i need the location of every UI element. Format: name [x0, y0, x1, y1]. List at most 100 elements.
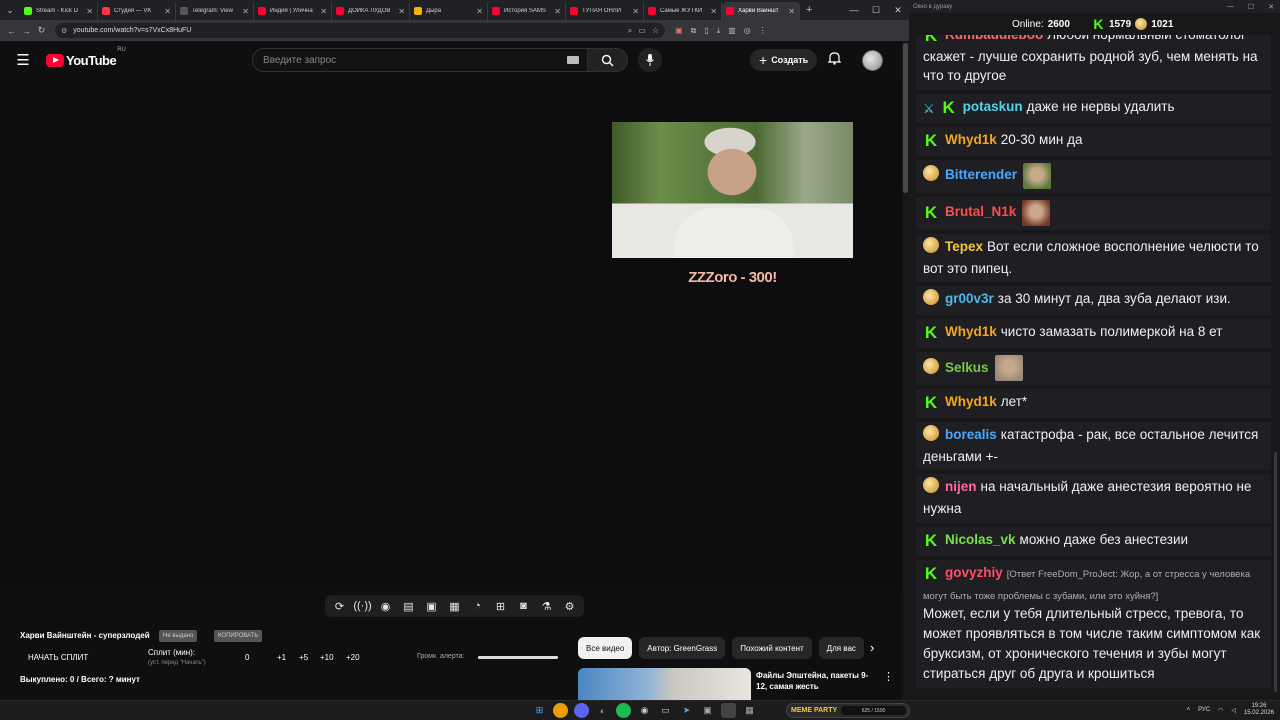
video-thumbnail[interactable] — [578, 668, 751, 700]
wifi-icon[interactable]: ◠ — [1218, 707, 1223, 714]
page-scrollbar[interactable] — [902, 41, 909, 700]
split-minutes-value[interactable]: 0 — [245, 653, 249, 662]
extensions-puzzle-icon[interactable]: ⧉ — [691, 26, 697, 36]
steam-icon[interactable]: ◐ — [595, 703, 610, 718]
close-icon[interactable]: ✕ — [887, 5, 909, 16]
minimize-icon[interactable]: — — [843, 5, 865, 16]
tab-close-icon[interactable]: ✕ — [398, 7, 405, 16]
speed-icon[interactable]: ◔ — [469, 598, 486, 615]
chat-username[interactable]: Rumbaddieboo — [945, 35, 1043, 42]
app3-icon[interactable]: ▦ — [742, 703, 757, 718]
volume-icon[interactable]: ◁ — [1231, 707, 1236, 714]
chat-username[interactable]: govyzhiy — [945, 565, 1003, 580]
forward-icon[interactable]: → — [19, 26, 34, 36]
zoom-icon[interactable]: ⌕ — [628, 26, 632, 36]
tab-close-icon[interactable]: ✕ — [242, 7, 249, 16]
browser-tab[interactable]: История SAMS ✕ — [488, 2, 566, 20]
browser-tab[interactable]: Индия | Улична ✕ — [254, 2, 332, 20]
site-info-icon[interactable]: ⚙ — [61, 27, 67, 35]
filmstrip-icon[interactable]: ▦ — [446, 598, 463, 615]
add-5-button[interactable]: +5 — [299, 653, 308, 662]
broadcast-icon[interactable]: ((·)) — [353, 598, 371, 615]
chat-username[interactable]: borealis — [945, 427, 997, 442]
flask-icon[interactable]: ⚗ — [538, 598, 555, 615]
meme-party-widget[interactable]: MEME PARTY 625 / 1590 — [786, 703, 910, 718]
tab-close-icon[interactable]: ✕ — [788, 7, 795, 16]
watch-icon[interactable]: ◉ — [377, 598, 394, 615]
chip-related[interactable]: Похожий контент — [732, 637, 812, 659]
chat-username[interactable]: Bitterender — [945, 167, 1017, 182]
chip-for-you[interactable]: Для вас — [818, 637, 864, 659]
chat-username[interactable]: nijen — [945, 479, 977, 494]
browser-tab[interactable]: Stream - Kick D ✕ — [20, 2, 98, 20]
chat-scrollbar[interactable] — [1273, 35, 1278, 692]
tab-search-icon[interactable]: ⌄ — [0, 0, 20, 20]
loop-icon[interactable]: ⟳ — [331, 598, 348, 615]
app-icon[interactable]: ▭ — [658, 703, 673, 718]
browser-tab[interactable]: Telegram: View ✕ — [176, 2, 254, 20]
tab-close-icon[interactable]: ✕ — [632, 7, 639, 16]
youtube-logo[interactable]: YouTube RU — [46, 47, 126, 68]
close-icon[interactable]: ✕ — [1268, 3, 1274, 11]
recommended-video[interactable]: Файлы Эпштейна, пакеты 9-12, самая жесть… — [578, 668, 898, 700]
browser-tab[interactable]: Самые ЖУТКИ ✕ — [644, 2, 722, 20]
browser-tab[interactable]: ТУПАЯ ОНЛИ ✕ — [566, 2, 644, 20]
maximize-icon[interactable]: ☐ — [1248, 3, 1254, 11]
bookmark-star-icon[interactable]: ☆ — [652, 26, 659, 36]
tab-close-icon[interactable]: ✕ — [164, 7, 171, 16]
app2-icon[interactable]: ▣ — [700, 703, 715, 718]
discord-icon[interactable] — [574, 703, 589, 718]
video-title[interactable]: Файлы Эпштейна, пакеты 9-12, самая жесть — [756, 670, 876, 692]
maximize-icon[interactable]: ☐ — [865, 5, 887, 16]
create-button[interactable]: + Создать — [750, 49, 818, 71]
camera-icon[interactable]: ◙ — [515, 598, 532, 615]
spotify-icon[interactable] — [616, 703, 631, 718]
chat-username[interactable]: Selkus — [945, 360, 989, 375]
chat-scrollbar-thumb[interactable] — [1274, 452, 1277, 692]
settings-gear-icon[interactable]: ⚙ — [561, 598, 578, 615]
chip-author[interactable]: Автор: GreenGrass — [639, 637, 726, 659]
tab-close-icon[interactable]: ✕ — [320, 7, 327, 16]
browser-tab[interactable]: ДОЙКА ЛУДОВ ✕ — [332, 2, 410, 20]
obs-icon[interactable]: ◉ — [637, 703, 652, 718]
keyboard-icon[interactable] — [567, 56, 579, 64]
chat-username[interactable]: Brutal_N1k — [945, 204, 1016, 219]
copy-button[interactable]: КОПИРОВАТЬ — [214, 630, 263, 642]
menu-icon[interactable]: ☰ — [0, 51, 46, 69]
chat-username[interactable]: Whyd1k — [945, 394, 997, 409]
account-avatar[interactable] — [862, 50, 883, 71]
new-tab-button[interactable]: + — [806, 4, 812, 16]
minimize-icon[interactable]: — — [1227, 3, 1234, 11]
profile-icon[interactable]: ◎ — [744, 26, 751, 35]
chat-username[interactable]: Tepex — [945, 239, 983, 254]
tab-close-icon[interactable]: ✕ — [710, 7, 717, 16]
add-20-button[interactable]: +20 — [346, 653, 360, 662]
chip-all-videos[interactable]: Все видео — [578, 637, 633, 659]
sidebar-icon[interactable]: ▯ — [704, 26, 708, 35]
add-10-button[interactable]: +10 — [320, 653, 334, 662]
url-input[interactable]: ⚙ youtube.com/watch?v=s7VxCx8HuFU ⌕ ▭ ☆ — [55, 23, 665, 38]
chrome-icon[interactable] — [553, 703, 568, 718]
tray-chevron-icon[interactable]: ˄ — [1187, 707, 1191, 713]
chat-username[interactable]: Whyd1k — [945, 132, 997, 147]
sidepanel-icon[interactable]: ▥ — [728, 26, 736, 35]
tab-close-icon[interactable]: ✕ — [86, 7, 93, 16]
browser-tab[interactable]: Дыра ✕ — [410, 2, 488, 20]
start-split-button[interactable]: НАЧАТЬ СПЛИТ — [28, 653, 88, 662]
browser-tab[interactable]: Студия — VK ✕ — [98, 2, 176, 20]
back-icon[interactable]: ← — [4, 26, 19, 36]
notifications-bell-icon[interactable] — [827, 51, 842, 68]
video-player[interactable]: ZZZoro - 300! — [0, 79, 909, 591]
active-window-icon[interactable] — [721, 703, 736, 718]
search-input[interactable]: Введите запрос — [252, 48, 588, 72]
windows-start-icon[interactable]: ⊞ — [532, 703, 547, 718]
chat-username[interactable]: gr00v3r — [945, 291, 994, 306]
more-vert-icon[interactable]: ⋮ — [883, 670, 894, 683]
add-1-button[interactable]: +1 — [277, 653, 286, 662]
alert-volume-slider[interactable] — [478, 656, 558, 659]
chat-username[interactable]: Nicolas_vk — [945, 532, 1016, 547]
chevron-right-icon[interactable]: › — [870, 640, 874, 655]
extension-icon[interactable]: ▣ — [675, 26, 683, 35]
search-button[interactable] — [588, 48, 628, 72]
telegram-icon[interactable]: ➤ — [679, 703, 694, 718]
